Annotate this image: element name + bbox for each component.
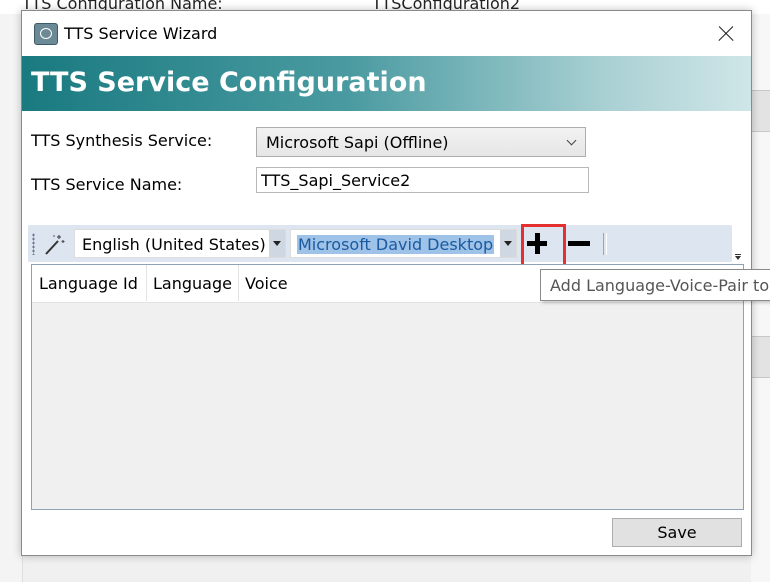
- language-value: English (United States): [82, 235, 266, 254]
- toolbar-grip-icon[interactable]: [32, 233, 35, 255]
- app-icon: [34, 23, 58, 45]
- close-icon[interactable]: [706, 19, 746, 49]
- add-pair-tooltip: Add Language-Voice-Pair to: [540, 269, 770, 301]
- tooltip-text: Add Language-Voice-Pair to: [550, 276, 770, 295]
- background-left-panel: [0, 14, 23, 582]
- voice-dropdown[interactable]: Microsoft David Desktop: [290, 229, 517, 258]
- window-title: TTS Service Wizard: [64, 24, 218, 43]
- banner-title: TTS Service Configuration: [31, 67, 427, 98]
- chevron-down-icon: [566, 135, 577, 146]
- synthesis-service-value: Microsoft Sapi (Offline): [266, 133, 449, 152]
- dropdown-arrow-icon[interactable]: [269, 230, 285, 257]
- language-dropdown[interactable]: English (United States): [74, 229, 286, 258]
- header-banner: TTS Service Configuration: [22, 56, 751, 111]
- title-bar[interactable]: TTS Service Wizard: [22, 11, 751, 55]
- toolbar-separator: [603, 233, 607, 255]
- service-name-input[interactable]: [261, 170, 581, 190]
- background-strip: [751, 336, 770, 378]
- service-name-label: TTS Service Name:: [31, 175, 183, 194]
- voice-value: Microsoft David Desktop: [297, 235, 495, 254]
- column-header-language[interactable]: Language: [146, 265, 239, 301]
- synthesis-service-label: TTS Synthesis Service:: [31, 131, 213, 150]
- language-voice-toolbar: English (United States) Microsoft David …: [28, 224, 732, 278]
- background-strip: [751, 90, 770, 132]
- toolbar-overflow-icon[interactable]: [732, 251, 744, 263]
- remove-pair-button[interactable]: [562, 226, 600, 261]
- service-name-field[interactable]: [256, 167, 589, 193]
- magic-wand-icon[interactable]: [42, 233, 66, 257]
- synthesis-service-dropdown[interactable]: Microsoft Sapi (Offline): [256, 127, 586, 157]
- save-button[interactable]: Save: [612, 518, 742, 547]
- column-header-language-id[interactable]: Language Id: [32, 265, 147, 301]
- column-header-voice[interactable]: Voice: [238, 265, 438, 301]
- dropdown-arrow-icon[interactable]: [500, 230, 516, 257]
